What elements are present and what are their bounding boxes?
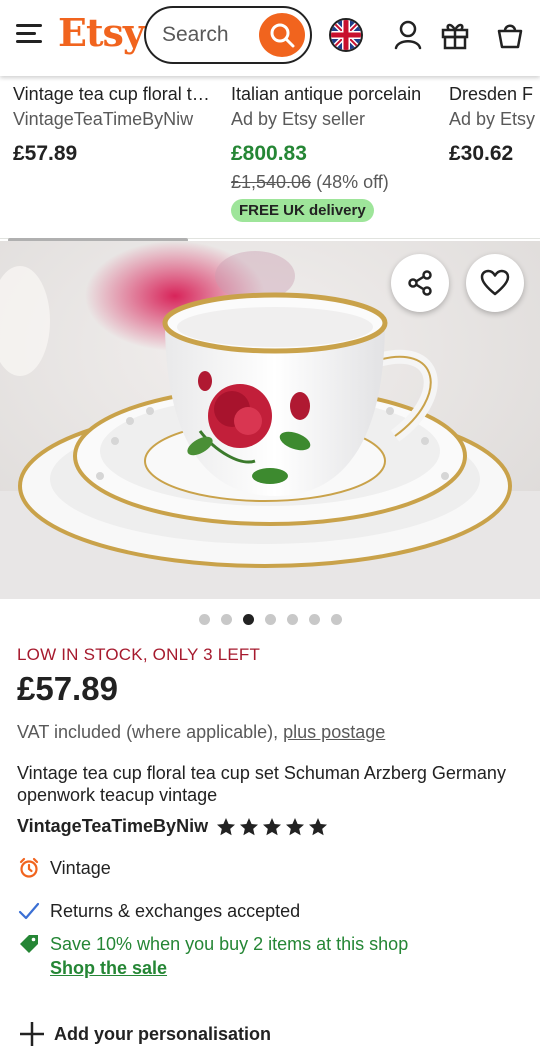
pagination-dot[interactable] <box>264 614 276 625</box>
add-personalisation-button[interactable]: Add your personalisation <box>18 1020 271 1048</box>
rec-card[interactable]: Dresden F Ad by Etsy £30.62 <box>449 84 540 166</box>
star-icon <box>217 817 236 835</box>
shop-name[interactable]: VintageTeaTimeByNiw <box>17 816 208 837</box>
star-icon <box>263 817 282 835</box>
personalisation-label: Add your personalisation <box>54 1023 272 1044</box>
rec-price: £57.89 <box>13 142 78 165</box>
search-button[interactable] <box>259 13 305 57</box>
rec-shop: VintageTeaTimeByNiw <box>13 109 194 129</box>
postage-link[interactable]: plus postage <box>283 722 385 742</box>
rec-price: £800.83 <box>231 142 307 165</box>
rec-title: Dresden F <box>449 84 534 104</box>
plus-icon <box>20 1022 44 1046</box>
returns-feature: Returns & exchanges accepted <box>17 899 300 923</box>
listing-price: £57.89 <box>17 670 118 707</box>
search-icon <box>270 23 295 48</box>
vintage-label: Vintage <box>50 857 111 878</box>
rec-original-price: £1,540.06 (48% off) <box>231 172 389 192</box>
pagination-dot[interactable] <box>198 614 210 625</box>
pagination-dot[interactable] <box>308 614 320 625</box>
pagination-dot[interactable] <box>330 614 342 625</box>
gift-icon[interactable] <box>437 17 473 53</box>
share-button[interactable] <box>391 254 449 312</box>
rating-stars[interactable] <box>216 817 328 837</box>
rec-card[interactable]: Vintage tea cup floral tea cup set Vinta… <box>13 84 225 166</box>
listing-title: Vintage tea cup floral tea cup set Schum… <box>17 763 506 805</box>
promo-label: Save 10% when you buy 2 items at this sh… <box>50 933 409 954</box>
search-input[interactable] <box>162 21 252 49</box>
rec-title: Vintage tea cup floral tea cup set <box>13 84 218 104</box>
pagination-dot[interactable] <box>242 614 254 625</box>
rec-price: £30.62 <box>449 142 514 165</box>
pagination-dot[interactable] <box>220 614 232 625</box>
listing-image[interactable] <box>0 241 540 599</box>
recommended-carousel: Vintage tea cup floral tea cup set Vinta… <box>0 76 540 238</box>
top-header: Etsy <box>0 0 540 76</box>
rec-title: Italian antique porcelain <box>231 84 422 104</box>
tag-icon <box>17 932 41 956</box>
etsy-logo[interactable]: Etsy <box>58 10 145 55</box>
share-icon <box>408 270 432 296</box>
search-bar[interactable] <box>144 6 312 64</box>
cart-icon[interactable] <box>492 17 528 53</box>
clock-icon <box>17 856 41 880</box>
shop-row[interactable]: VintageTeaTimeByNiw <box>17 816 328 837</box>
heart-icon <box>480 269 510 296</box>
uk-flag-icon[interactable] <box>329 18 363 52</box>
pagination-dot[interactable] <box>286 614 298 625</box>
rec-card[interactable]: Italian antique porcelain Ad by Etsy sel… <box>231 84 443 222</box>
stock-status: LOW IN STOCK, ONLY 3 LEFT <box>17 645 261 664</box>
promo-feature: Save 10% when you buy 2 items at this sh… <box>17 932 408 956</box>
favorite-button[interactable] <box>466 254 524 312</box>
account-icon[interactable] <box>390 17 426 53</box>
vintage-feature: Vintage <box>17 856 111 880</box>
menu-icon[interactable] <box>16 24 44 48</box>
rec-shop: Ad by Etsy seller <box>231 109 366 129</box>
checkmark-icon <box>17 899 41 923</box>
shop-sale-link[interactable]: Shop the sale <box>50 958 167 979</box>
star-icon <box>309 817 328 835</box>
free-delivery-badge: FREE UK delivery <box>231 199 374 222</box>
vat-note: VAT included (where applicable), plus po… <box>17 722 386 742</box>
star-icon <box>240 817 259 835</box>
rec-shop: Ad by Etsy <box>449 109 536 129</box>
star-icon <box>286 817 305 835</box>
returns-label: Returns & exchanges accepted <box>50 900 301 921</box>
image-pagination[interactable] <box>0 614 540 625</box>
